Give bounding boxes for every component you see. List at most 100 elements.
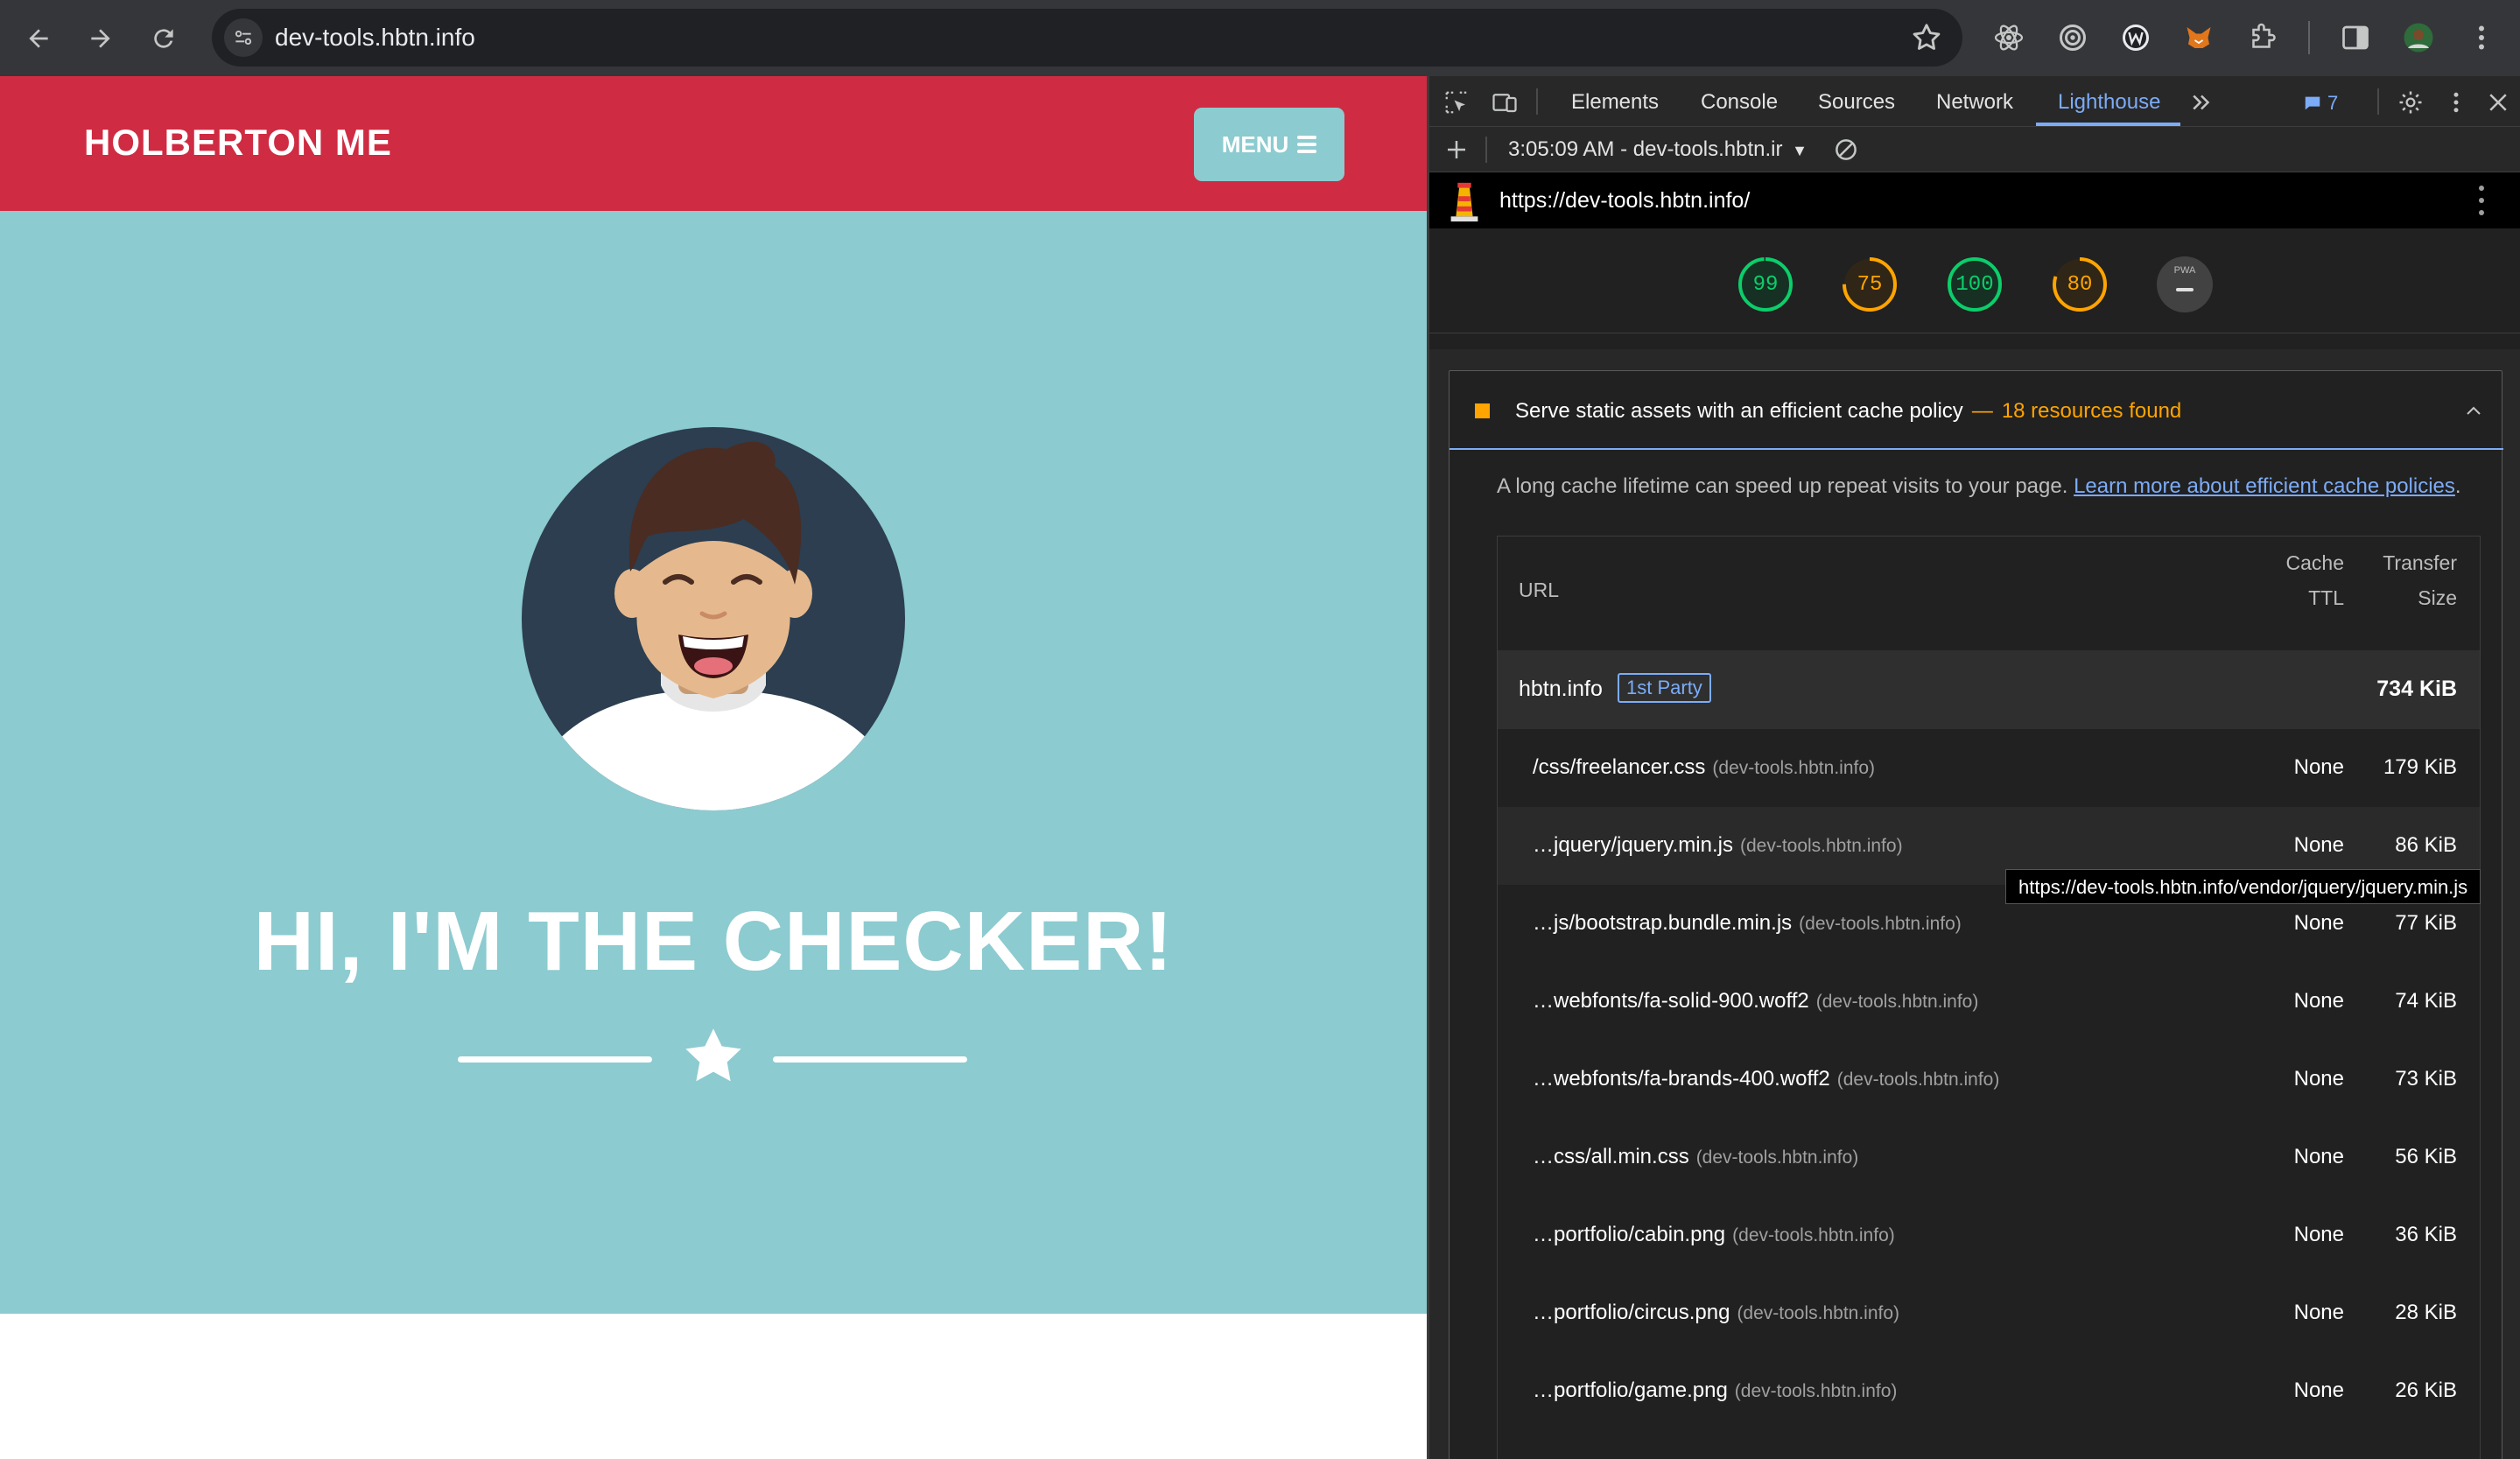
row-cache-ttl: None: [2293, 1067, 2344, 1091]
tab-separator: [2377, 88, 2379, 115]
row-cache-ttl: None: [2293, 1378, 2344, 1402]
gauge-accessibility[interactable]: 75: [1842, 256, 1898, 312]
row-url: /css/freelancer.css: [1533, 755, 1706, 779]
screen: dev-tools.hbtn.info HOLBERTON ME MENU HI…: [0, 0, 2520, 1459]
report-selector[interactable]: 3:05:09 AM - dev-tools.hbtn.ir ▼: [1508, 137, 1808, 162]
browser-toolbar: dev-tools.hbtn.info: [0, 0, 2520, 76]
hero-title: HI, I'M THE CHECKER!: [253, 894, 1174, 988]
table-row[interactable]: …portfolio/circus.png (dev-tools.hbtn.inf…: [1498, 1274, 2480, 1352]
row-origin: (dev-tools.hbtn.info): [1739, 836, 1903, 856]
profile-avatar[interactable]: [2400, 19, 2437, 56]
more-tabs-icon[interactable]: [2187, 88, 2215, 116]
site-navbar: HOLBERTON ME MENU: [0, 76, 1427, 211]
row-transfer-size: 26 KiB: [2395, 1378, 2457, 1402]
row-url: …portfolio/circus.png: [1533, 1301, 1730, 1324]
tab-elements[interactable]: Elements: [1571, 90, 1659, 115]
chevron-up-icon[interactable]: [2463, 401, 2484, 422]
devtools-tabbar: Elements Console Sources Network Lightho…: [1429, 76, 2520, 127]
forward-button[interactable]: [78, 16, 123, 61]
tab-network[interactable]: Network: [1936, 90, 2013, 115]
row-url: …jquery/jquery.min.js: [1533, 833, 1733, 857]
new-report-plus-icon[interactable]: [1443, 136, 1471, 164]
entity-name: hbtn.info: [1519, 677, 1603, 701]
row-cache-ttl: None: [2293, 755, 2344, 779]
arrow-left-icon: [29, 29, 48, 48]
gauge-performance[interactable]: 99: [1737, 256, 1793, 312]
menu-button[interactable]: MENU: [1194, 108, 1344, 181]
tab-console[interactable]: Console: [1701, 90, 1778, 115]
table-row[interactable]: …portfolio/cabin.png (dev-tools.hbtn.info…: [1498, 1196, 2480, 1274]
issues-counter[interactable]: 7: [2303, 92, 2338, 115]
row-cache-ttl: None: [2293, 1223, 2344, 1246]
browser-menu-icon[interactable]: [2463, 19, 2500, 56]
table-row[interactable]: /css/freelancer.css (dev-tools.hbtn.info)…: [1498, 729, 2480, 807]
resource-table: URL Cache TTL Transfer Size hbtn.info 1s…: [1497, 536, 2481, 1459]
row-cache-ttl: None: [2293, 1301, 2344, 1324]
audit-cache-policy: Serve static assets with an efficient ca…: [1449, 370, 2503, 1459]
gauge-seo[interactable]: 80: [2052, 256, 2108, 312]
tab-lighthouse[interactable]: Lighthouse: [2058, 90, 2160, 115]
back-button[interactable]: [16, 16, 61, 61]
reload-button[interactable]: [141, 16, 186, 61]
row-cache-ttl: None: [2293, 911, 2344, 935]
row-transfer-size: 56 KiB: [2395, 1145, 2457, 1168]
gauge-score: 100: [1955, 273, 1994, 297]
site-info-icon[interactable]: [224, 18, 263, 57]
wappalyzer-icon[interactable]: [2117, 19, 2154, 56]
row-url: …portfolio/game.png: [1533, 1378, 1728, 1402]
tab-sources[interactable]: Sources: [1818, 90, 1895, 115]
devtools-menu-icon[interactable]: [2442, 88, 2470, 116]
row-origin: (dev-tools.hbtn.info): [1836, 1070, 2000, 1090]
more-vertical-icon[interactable]: [2478, 183, 2485, 218]
side-panel-icon[interactable]: [2337, 19, 2374, 56]
table-row[interactable]: …portfolio/game.png (dev-tools.hbtn.info)…: [1498, 1352, 2480, 1430]
warning-square-icon: [1475, 403, 1490, 418]
target-extension-icon[interactable]: [2054, 19, 2091, 56]
metamask-fox-icon[interactable]: [2180, 19, 2217, 56]
audit-title: Serve static assets with an efficient ca…: [1515, 399, 1963, 423]
audit-title-separator: —: [1971, 399, 1993, 423]
audit-header[interactable]: Serve static assets with an efficient ca…: [1450, 371, 2503, 450]
row-url: …js/bootstrap.bundle.min.js: [1533, 911, 1793, 935]
table-row[interactable]: …webfonts/fa-brands-400.woff2 (dev-tools.…: [1498, 1041, 2480, 1119]
pwa-label: PWA: [2173, 265, 2196, 276]
audit-description-period: .: [2454, 474, 2461, 498]
bookmark-star-icon[interactable]: [1910, 21, 1943, 54]
row-transfer-size: 28 KiB: [2395, 1301, 2457, 1324]
report-selector-label: 3:05:09 AM - dev-tools.hbtn.ir: [1508, 137, 1783, 161]
row-url: …portfolio/cabin.png: [1533, 1223, 1726, 1246]
gauge-pwa[interactable]: PWA: [2157, 256, 2213, 312]
gauge-score: 80: [2067, 273, 2093, 297]
url-tooltip: https://dev-tools.hbtn.info/vendor/jquer…: [2005, 869, 2481, 904]
row-origin: (dev-tools.hbtn.info): [1799, 914, 1962, 934]
column-header-size: Size: [2418, 586, 2457, 609]
device-toolbar-icon[interactable]: [1491, 88, 1519, 116]
address-bar[interactable]: dev-tools.hbtn.info: [212, 9, 1962, 67]
learn-more-link[interactable]: Learn more about efficient cache policie…: [2074, 474, 2455, 498]
avatar-illustration: [522, 427, 905, 810]
site-brand[interactable]: HOLBERTON ME: [84, 122, 392, 164]
tab-separator: [1536, 88, 1538, 115]
extensions-puzzle-icon[interactable]: [2244, 19, 2281, 56]
row-cache-ttl: None: [2293, 1145, 2344, 1168]
clear-reports-icon[interactable]: [1832, 136, 1860, 164]
row-cache-ttl: None: [2293, 833, 2344, 857]
score-gauges: 99 75 100 80 PWA: [1429, 228, 2520, 333]
toolbar-separator: [1485, 137, 1487, 163]
lighthouse-url[interactable]: https://dev-tools.hbtn.info/: [1499, 188, 1750, 214]
column-header-ttl: TTL: [2308, 586, 2344, 609]
react-devtools-icon[interactable]: [1990, 19, 2027, 56]
close-icon[interactable]: [2484, 88, 2512, 116]
page-below-hero: [0, 1314, 1427, 1459]
toolbar-divider: [2308, 21, 2310, 54]
row-origin: (dev-tools.hbtn.info): [1695, 1147, 1859, 1168]
settings-gear-icon[interactable]: [2397, 88, 2425, 116]
pwa-dash-icon: [2176, 288, 2194, 291]
row-cache-ttl: None: [2293, 989, 2344, 1013]
inspect-element-icon[interactable]: [1443, 88, 1471, 116]
table-row[interactable]: …css/all.min.css (dev-tools.hbtn.info) No…: [1498, 1119, 2480, 1196]
table-row[interactable]: …webfonts/fa-solid-900.woff2 (dev-tools.h…: [1498, 963, 2480, 1041]
gauge-best-practices[interactable]: 100: [1947, 256, 2003, 312]
row-url: …webfonts/fa-solid-900.woff2: [1533, 989, 1809, 1013]
row-origin: (dev-tools.hbtn.info): [1734, 1381, 1898, 1401]
